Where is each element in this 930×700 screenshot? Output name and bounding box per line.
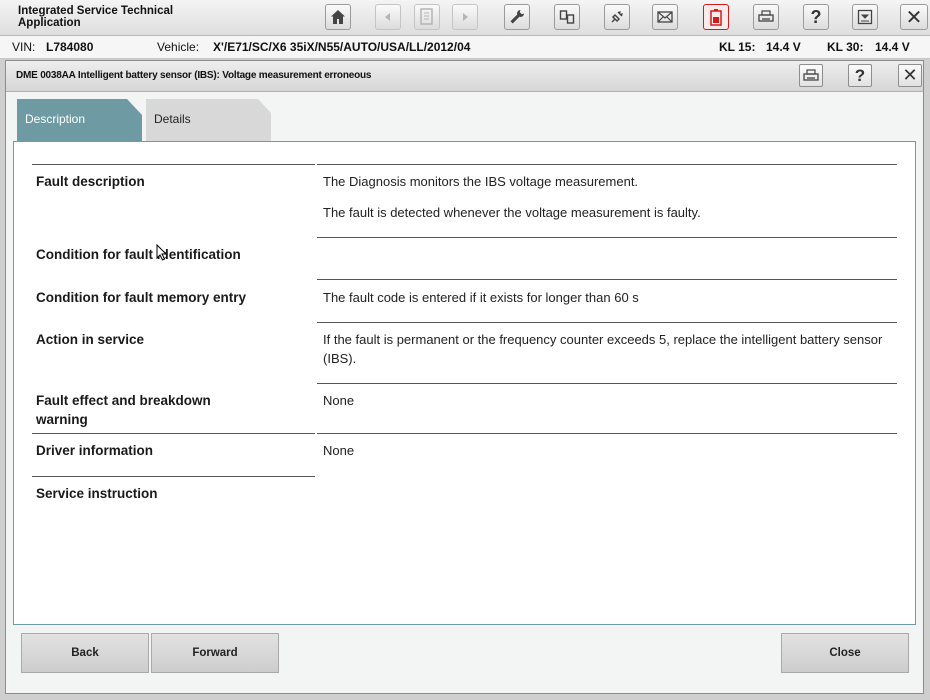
dialog-header: DME 0038AA Intelligent battery sensor (I…	[6, 61, 923, 92]
forward-nav-button[interactable]	[452, 4, 478, 30]
kl30-value: 14.4 V	[875, 40, 910, 54]
close-button[interactable]: Close	[781, 633, 909, 673]
app-toolbar: Integrated Service Technical Application…	[0, 0, 930, 36]
row-value-action-in-service: If the fault is permanent or the frequen…	[323, 332, 883, 366]
wrench-icon	[510, 10, 524, 24]
dialog-title: DME 0038AA Intelligent battery sensor (I…	[16, 70, 372, 81]
vehicle-info-bar: VIN: L784080 Vehicle: X'/E71/SC/X6 35iX/…	[0, 36, 930, 59]
row-value-condition-fault-memory-entry: The fault code is entered if it exists f…	[323, 290, 639, 305]
kl15-label: KL 15:	[719, 40, 756, 54]
vehicle-management-button[interactable]	[554, 4, 580, 30]
table-divider	[317, 433, 897, 434]
row-label-condition-fault-identification: Condition for fault identification	[36, 247, 241, 262]
tab-details[interactable]: Details	[146, 99, 271, 141]
table-divider	[317, 237, 897, 238]
mouse-cursor-icon	[156, 244, 167, 261]
kl15-value: 14.4 V	[766, 40, 801, 54]
help-button[interactable]: ?	[803, 4, 829, 30]
minimize-icon	[857, 9, 873, 25]
help-icon: ?	[854, 65, 866, 85]
close-icon: ✕	[905, 6, 923, 29]
vehicle-value: X'/E71/SC/X6 35iX/N55/AUTO/USA/LL/2012/0…	[213, 40, 471, 54]
dialog-print-button[interactable]	[799, 64, 823, 87]
minimize-button[interactable]	[852, 4, 878, 30]
home-icon	[331, 10, 345, 24]
connection-button[interactable]	[604, 4, 630, 30]
plug-icon	[611, 10, 624, 23]
table-divider	[32, 476, 315, 477]
row-value-driver-information: None	[323, 443, 355, 458]
tab-description[interactable]: Description	[17, 99, 142, 141]
print-button[interactable]	[753, 4, 779, 30]
document-icon	[420, 8, 433, 25]
vehicle-label: Vehicle:	[157, 40, 200, 54]
arrow-left-icon	[385, 13, 390, 21]
forward-button[interactable]: Forward	[151, 633, 279, 673]
back-button[interactable]: Back	[21, 633, 149, 673]
row-label-fault-effect: Fault effect and breakdown warning	[36, 393, 211, 427]
exit-button[interactable]: ✕	[900, 4, 928, 30]
home-button[interactable]	[325, 4, 351, 30]
envelope-icon	[657, 11, 673, 23]
vin-value: L784080	[46, 40, 94, 54]
vin-label: VIN:	[12, 40, 36, 54]
row-label-driver-information: Driver information	[36, 443, 154, 458]
row-label-fault-description: Fault description	[36, 174, 145, 189]
dialog-help-button[interactable]: ?	[848, 64, 872, 87]
app-title: Integrated Service Technical Application	[18, 5, 174, 29]
document-button[interactable]	[414, 4, 440, 30]
row-value-fault-description: The Diagnosis monitors the IBS voltage m…	[323, 174, 639, 189]
table-divider	[317, 322, 897, 323]
back-nav-button[interactable]	[375, 4, 401, 30]
table-divider	[317, 383, 897, 384]
row-label-condition-fault-memory-entry: Condition for fault memory entry	[36, 290, 247, 305]
fault-detail-dialog: DME 0038AA Intelligent battery sensor (I…	[5, 60, 924, 694]
printer-icon	[758, 10, 774, 22]
help-icon: ?	[810, 6, 822, 27]
dialog-close-x-button[interactable]: ✕	[898, 64, 922, 87]
battery-icon	[710, 9, 722, 26]
table-divider	[32, 164, 315, 165]
row-value-fault-description-2: The fault is detected whenever the volta…	[323, 205, 701, 220]
arrow-right-icon	[463, 13, 468, 21]
table-divider	[32, 433, 315, 434]
fault-info-table: Fault description The Diagnosis monitors…	[13, 141, 916, 625]
row-label-service-instruction: Service instruction	[36, 486, 158, 501]
table-divider	[317, 164, 897, 165]
printer-icon	[803, 68, 819, 81]
row-value-fault-effect: None	[323, 393, 355, 408]
messages-button[interactable]	[652, 4, 678, 30]
battery-button[interactable]	[703, 4, 729, 30]
service-button[interactable]	[504, 4, 530, 30]
table-divider	[317, 279, 897, 280]
vehicle-data-icon	[559, 10, 575, 24]
kl30-label: KL 30:	[827, 40, 864, 54]
row-label-action-in-service: Action in service	[36, 332, 145, 347]
close-icon: ✕	[902, 65, 918, 85]
